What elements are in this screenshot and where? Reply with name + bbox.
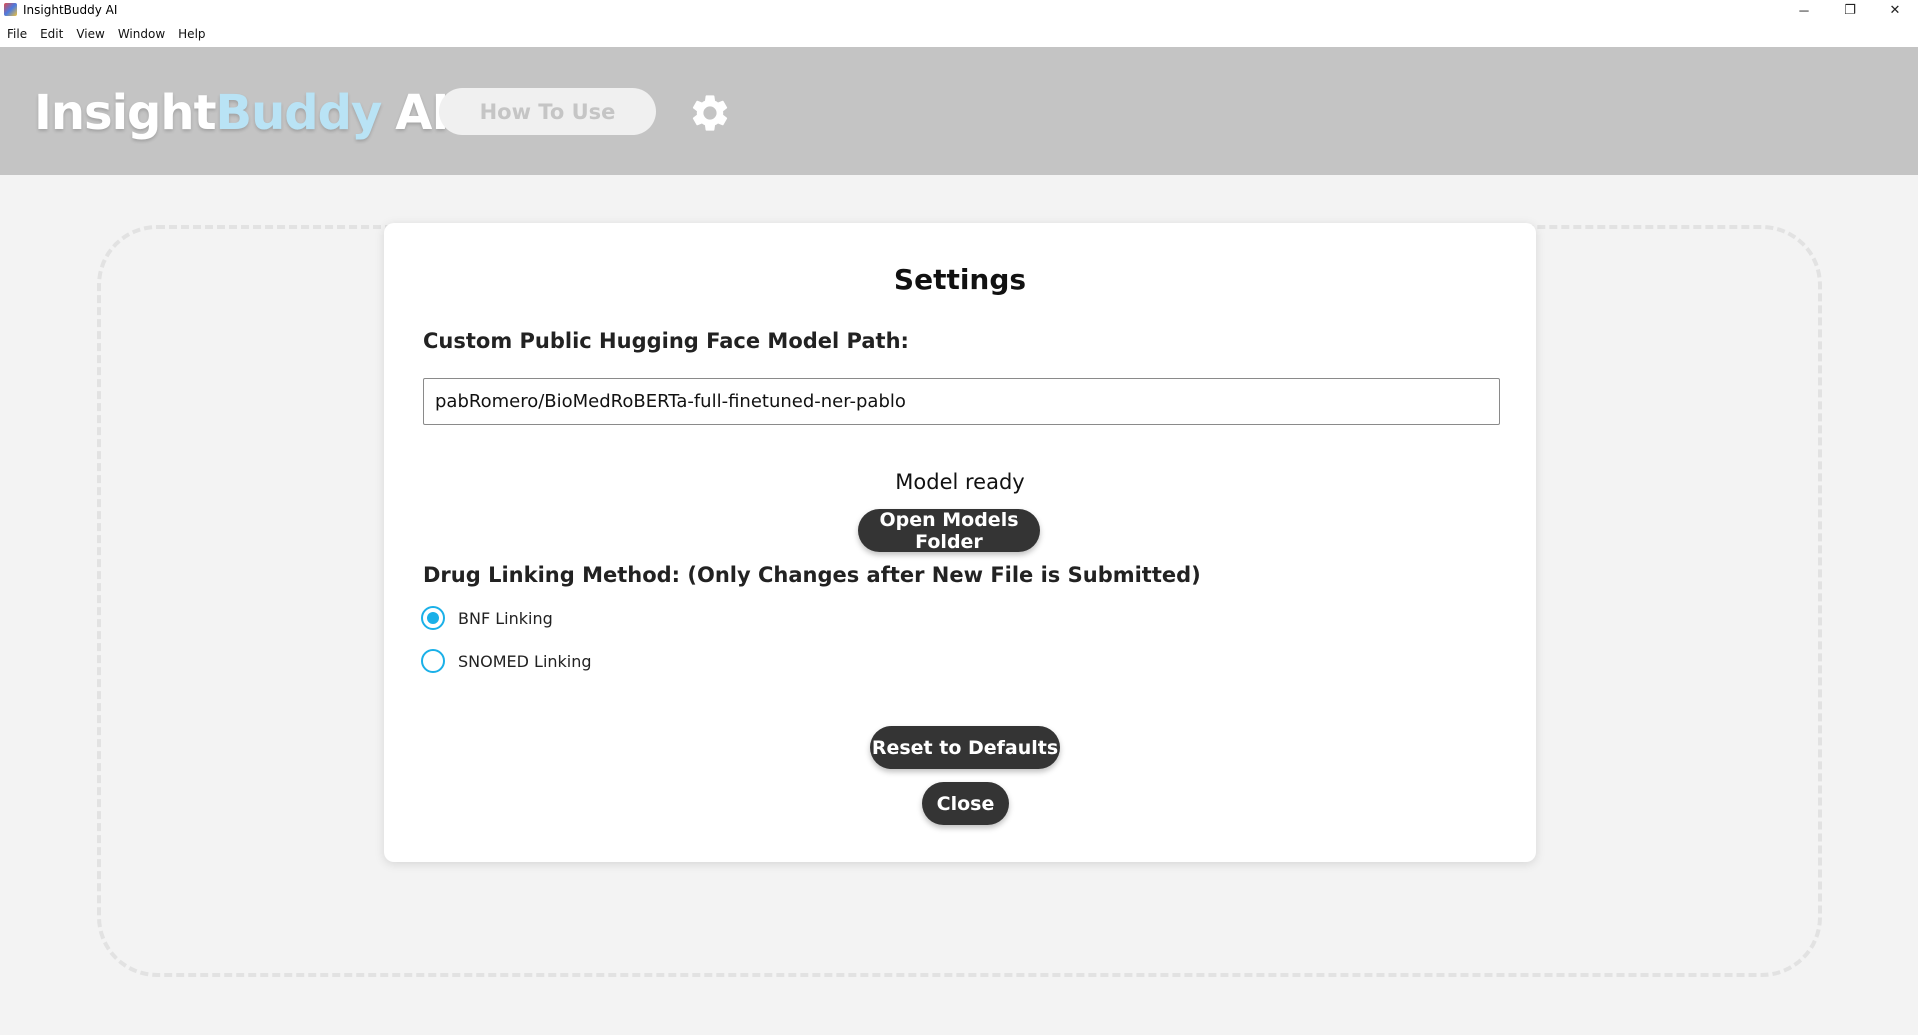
minimize-icon: ─ [1799,2,1809,18]
minimize-button[interactable]: ─ [1781,0,1827,20]
close-icon: ✕ [1889,2,1901,17]
radio-label: BNF Linking [458,608,553,628]
settings-title: Settings [893,263,1027,296]
gear-icon[interactable] [688,91,732,135]
radio-label: SNOMED Linking [458,651,592,671]
close-window-button[interactable]: ✕ [1872,0,1918,20]
app-icon [4,3,17,16]
radio-snomed-linking[interactable]: SNOMED Linking [421,649,592,673]
menu-file[interactable]: File [7,27,27,41]
restore-icon: ❐ [1844,2,1856,17]
settings-dialog: Settings Custom Public Hugging Face Mode… [384,223,1536,862]
menu-help[interactable]: Help [178,27,205,41]
radio-button-unselected[interactable] [421,649,445,673]
brand-buddy: Buddy [215,85,383,141]
how-to-use-button[interactable]: How To Use [439,88,656,135]
brand-insight: Insight [34,85,217,141]
drug-linking-label: Drug Linking Method: (Only Changes after… [423,563,1201,587]
model-path-input[interactable] [423,378,1500,425]
window-titlebar: InsightBuddy AI ─ ❐ ✕ [0,0,1918,20]
window-title: InsightBuddy AI [23,3,118,17]
radio-bnf-linking[interactable]: BNF Linking [421,606,553,630]
menu-edit[interactable]: Edit [40,27,63,41]
model-path-label: Custom Public Hugging Face Model Path: [423,329,909,353]
maximize-button[interactable]: ❐ [1827,0,1873,20]
menu-window[interactable]: Window [118,27,165,41]
menu-view[interactable]: View [76,27,104,41]
app-header: InsightBuddy AI How To Use [0,47,1918,175]
brand-logo: InsightBuddy AI [34,85,449,141]
menu-bar: File Edit View Window Help [0,20,1918,47]
close-button[interactable]: Close [922,782,1009,825]
radio-button-selected[interactable] [421,606,445,630]
open-models-folder-button[interactable]: Open Models Folder [858,509,1040,553]
reset-to-defaults-button[interactable]: Reset to Defaults [870,726,1060,769]
model-status: Model ready [895,470,1025,494]
